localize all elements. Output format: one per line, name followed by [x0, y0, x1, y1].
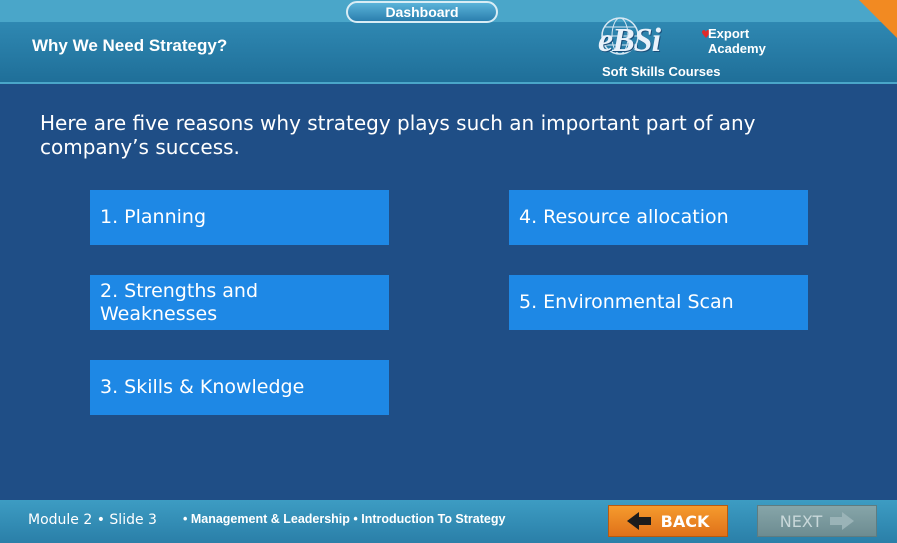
back-button[interactable]: BACK: [608, 505, 728, 537]
reason-environmental-scan[interactable]: 5. Environmental Scan: [509, 275, 808, 330]
logo-brand: eBSi: [598, 22, 661, 59]
reason-skills-knowledge[interactable]: 3. Skills & Knowledge: [90, 360, 389, 415]
corner-accent: [859, 0, 897, 38]
logo-name: Export Academy: [708, 26, 766, 56]
arrow-left-icon: [626, 512, 653, 530]
reason-planning[interactable]: 1. Planning: [90, 190, 389, 245]
academy-logo: eBSi ♥ Export Academy Soft Skills Course…: [598, 10, 788, 82]
next-button[interactable]: NEXT: [757, 505, 877, 537]
intro-text: Here are five reasons why strategy plays…: [40, 111, 756, 159]
breadcrumb: • Management & Leadership • Introduction…: [183, 512, 506, 526]
module-slide-indicator: Module 2 • Slide 3: [28, 512, 157, 528]
logo-subtitle: Soft Skills Courses: [602, 64, 721, 79]
reason-resource-allocation[interactable]: 4. Resource allocation: [509, 190, 808, 245]
slide-title: Why We Need Strategy?: [32, 36, 228, 55]
arrow-right-icon: [828, 512, 855, 530]
dashboard-button[interactable]: Dashboard: [346, 1, 498, 23]
reason-strengths-weaknesses[interactable]: 2. Strengths and Weaknesses: [90, 275, 389, 330]
